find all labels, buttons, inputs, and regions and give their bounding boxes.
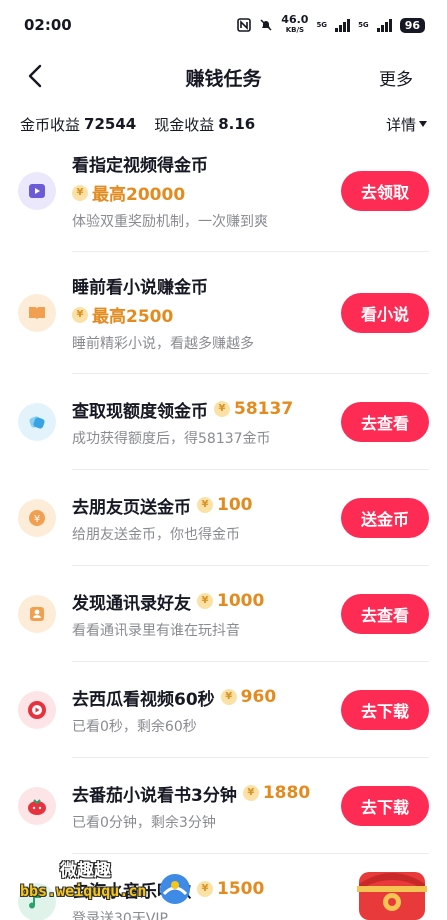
task-reward: ¥1000 — [197, 591, 264, 611]
task-reward: ¥960 — [220, 687, 276, 707]
coin-earnings-label: 金币收益 — [20, 115, 81, 134]
task-item: ¥ 去朋友页送金币 ¥100 给朋友送金币，你也得金币 送金币 — [0, 470, 447, 566]
task-title: 去西瓜看视频60秒 — [72, 689, 215, 710]
task-description: 已看0秒，剩余60秒 — [72, 718, 197, 735]
svg-text:¥: ¥ — [34, 514, 40, 525]
status-icons: 46.0 KB/S 5G 5G 96 — [237, 13, 425, 35]
tomato-icon — [18, 787, 56, 825]
task-item: 查取现额度领金币 ¥58137 成功获得额度后，得58137金币 去查看 — [0, 374, 447, 470]
task-description: 已看0分钟，剩余3分钟 — [72, 814, 216, 831]
nfc-icon — [237, 18, 252, 32]
watermark: 微趣趣 bbs.weiququ.cn — [20, 856, 190, 916]
contacts-icon — [18, 595, 56, 633]
view-button[interactable]: 去查看 — [341, 594, 429, 634]
download-button[interactable]: 去下载 — [341, 690, 429, 730]
task-item: 去西瓜看视频60秒 ¥960 已看0秒，剩余60秒 去下载 — [0, 662, 447, 758]
task-title: 看指定视频得金币 — [72, 156, 208, 176]
dropdown-triangle-icon — [419, 121, 427, 127]
xigua-icon — [18, 691, 56, 729]
task-item: 睡前看小说赚金币 ¥ 最高2500 睡前精彩小说，看越多赚越多 看小说 — [0, 252, 447, 374]
details-label: 详情 — [385, 115, 416, 134]
coin-icon: ¥ — [72, 184, 88, 201]
task-item: 发现通讯录好友 ¥1000 看看通讯录里有谁在玩抖音 去查看 — [0, 566, 447, 662]
coin-icon: ¥ — [220, 689, 237, 705]
task-title: 去番茄小说看书3分钟 — [72, 785, 237, 806]
page-title: 赚钱任务 — [185, 67, 262, 90]
task-title: 发现通讯录好友 — [72, 593, 191, 614]
coin-gift-icon: ¥ — [18, 499, 56, 537]
earnings-summary: 金币收益 72544 现金收益 8.16 详情 — [0, 104, 447, 144]
signal-label: 5G — [358, 21, 369, 29]
signal-icon — [376, 18, 392, 32]
coin-icon: ¥ — [214, 401, 230, 417]
task-description: 睡前精彩小说，看越多赚越多 — [72, 336, 254, 352]
cash-earnings-value: 8.16 — [218, 115, 256, 133]
battery-indicator: 96 — [399, 17, 425, 33]
task-reward: ¥ 最高2500 — [72, 302, 173, 327]
signal-icon — [335, 18, 351, 32]
coin-icon: ¥ — [197, 497, 213, 513]
coin-icon: ¥ — [197, 593, 213, 609]
task-reward: ¥58137 — [214, 399, 293, 419]
send-coins-button[interactable]: 送金币 — [341, 498, 429, 538]
task-title: 睡前看小说赚金币 — [72, 278, 208, 298]
cash-earnings-label: 现金收益 — [154, 115, 215, 134]
view-button[interactable]: 去查看 — [341, 402, 429, 442]
download-button[interactable]: 去下载 — [341, 786, 429, 826]
task-description: 给朋友送金币，你也得金币 — [72, 526, 240, 543]
network-speed: 46.0 KB/S — [281, 13, 309, 34]
book-icon — [18, 294, 56, 332]
task-list[interactable]: 看指定视频得金币 ¥ 最高20000 体验双重奖励机制，一次赚到爽 去领取 睡前看… — [0, 144, 447, 920]
details-dropdown[interactable]: 详情 — [386, 114, 427, 135]
back-arrow-icon[interactable] — [22, 62, 50, 90]
signal-label: 5G — [316, 21, 328, 29]
task-item: 去番茄小说看书3分钟 ¥1880 已看0分钟，剩余3分钟 去下载 — [0, 758, 447, 854]
watermark-name: 微趣趣 — [60, 861, 111, 881]
coin-icon: ¥ — [72, 306, 88, 323]
coin-earnings-value: 72544 — [84, 115, 137, 133]
mute-bell-icon — [260, 19, 272, 31]
coin-icon: ¥ — [197, 881, 213, 897]
video-icon — [18, 172, 56, 210]
task-description: 看看通讯录里有谁在玩抖音 — [72, 622, 240, 639]
task-reward: ¥1500 — [197, 879, 264, 899]
status-time: 02:00 — [24, 16, 72, 34]
task-reward: ¥1880 — [242, 783, 310, 803]
coin-icon: ¥ — [242, 785, 259, 801]
status-bar: 02:00 46.0 KB/S 5G 5G 96 — [0, 0, 447, 50]
read-novel-button[interactable]: 看小说 — [341, 293, 429, 333]
task-description: 成功获得额度后，得58137金币 — [72, 430, 271, 447]
watermark-logo-icon — [160, 874, 190, 904]
quota-icon — [18, 403, 56, 441]
task-reward: ¥ 最高20000 — [72, 180, 185, 205]
watermark-url: bbs.weiququ.cn — [20, 882, 147, 900]
task-title: 去朋友页送金币 — [72, 497, 191, 518]
task-title: 查取现额度领金币 — [72, 401, 208, 422]
task-item: 看指定视频得金币 ¥ 最高20000 体验双重奖励机制，一次赚到爽 去领取 — [0, 144, 447, 252]
nav-bar: 赚钱任务 更多 — [0, 50, 447, 104]
task-reward: ¥100 — [197, 495, 253, 515]
more-button[interactable]: 更多 — [379, 65, 413, 90]
task-description: 体验双重奖励机制，一次赚到爽 — [72, 214, 268, 230]
treasure-chest-icon[interactable] — [349, 858, 435, 920]
claim-button[interactable]: 去领取 — [341, 171, 429, 211]
